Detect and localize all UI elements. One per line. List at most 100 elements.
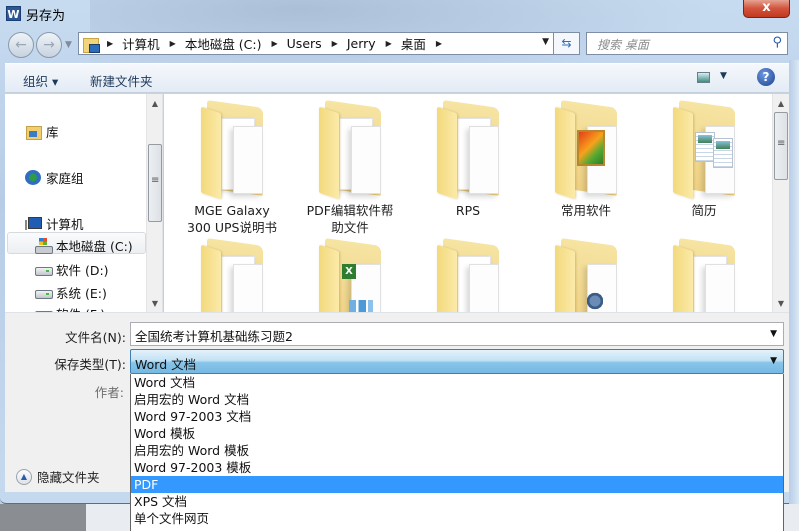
chevron-down-icon[interactable]: ▼	[770, 329, 777, 339]
close-button[interactable]: x	[743, 0, 790, 18]
scroll-up-icon[interactable]: ▲	[147, 96, 162, 112]
breadcrumb-arrow-icon[interactable]: ▶	[170, 39, 176, 48]
folder-label: 简历	[691, 203, 717, 218]
sidebar-item-drive-c[interactable]: 本地磁盘 (C:)	[35, 236, 133, 255]
navigation-scrollbar[interactable]: ▲ ▼	[146, 94, 162, 312]
location-folder-icon	[83, 36, 100, 53]
sidebar-item-homegroup[interactable]: 家庭组	[25, 168, 84, 187]
folder-item[interactable]: X	[295, 238, 405, 312]
new-folder-button[interactable]: 新建文件夹	[90, 71, 153, 90]
gear-icon	[587, 290, 603, 312]
folder-item[interactable]: RPS	[413, 100, 523, 219]
dropdown-option[interactable]: 启用宏的 Word 模板	[131, 442, 783, 459]
word-icon: W	[6, 6, 21, 21]
sidebar-item-computer[interactable]: 计算机	[25, 214, 84, 233]
folder-icon	[317, 100, 383, 200]
folder-item[interactable]: 常用软件	[531, 100, 641, 219]
folder-item[interactable]	[177, 238, 287, 312]
search-placeholder: 搜索 桌面	[597, 38, 649, 52]
back-arrow-icon: ←	[15, 37, 27, 53]
folder-item[interactable]	[531, 238, 641, 312]
folder-item[interactable]: MGE Galaxy 300 UPS说明书	[177, 100, 287, 236]
folder-label: MGE Galaxy 300 UPS说明书	[187, 203, 277, 235]
dropdown-option[interactable]: Word 97-2003 文档	[131, 408, 783, 425]
chart-thumbnail-icon	[349, 300, 373, 312]
breadcrumb-jerry[interactable]: Jerry	[347, 36, 376, 51]
view-icon[interactable]	[697, 72, 710, 83]
dropdown-option[interactable]: Word 文档	[131, 374, 783, 391]
file-list-scrollbar[interactable]: ▲ ▼	[772, 94, 789, 312]
dropdown-option[interactable]: Word 97-2003 模板	[131, 459, 783, 476]
dropdown-option[interactable]: 启用宏的 Word 文档	[131, 391, 783, 408]
sidebar-item-library[interactable]: 库	[25, 122, 59, 141]
breadcrumb-users[interactable]: Users	[287, 36, 322, 51]
breadcrumb-arrow-icon[interactable]: ▶	[272, 39, 278, 48]
search-input[interactable]: 搜索 桌面 ⚲	[586, 32, 788, 55]
scroll-up-icon[interactable]: ▲	[773, 96, 789, 112]
sidebar-item-drive-f[interactable]: 软件 (F:)	[35, 304, 105, 312]
breadcrumb-arrow-icon[interactable]: ▶	[386, 39, 392, 48]
folder-label: RPS	[455, 203, 481, 218]
save-type-select[interactable]: Word 文档 ▼	[130, 349, 784, 374]
scroll-down-icon[interactable]: ▼	[773, 296, 789, 312]
folder-item[interactable]: PDF编辑软件帮 助文件	[295, 100, 405, 236]
computer-icon	[25, 216, 42, 231]
navigation-pane: 库 家庭组 计算机 本地磁盘 (C:) 软件 (D:) 系统 (E:) 软件 (…	[5, 94, 163, 312]
breadcrumb-arrow-icon[interactable]: ▶	[107, 39, 113, 48]
filename-input[interactable]: 全国统考计算机基础练习题2 ▼	[130, 322, 784, 346]
search-icon[interactable]: ⚲	[772, 35, 782, 50]
filename-label: 文件名(N):	[65, 330, 126, 345]
filename-value: 全国统考计算机基础练习题2	[135, 329, 293, 344]
hide-folders-label: 隐藏文件夹	[37, 470, 100, 485]
forward-button[interactable]: →	[36, 32, 62, 58]
folder-icon	[553, 238, 619, 312]
sidebar-item-label: 软件 (D:)	[56, 263, 109, 278]
sidebar-item-label: 软件 (F:)	[56, 304, 105, 312]
breadcrumb-arrow-icon[interactable]: ▶	[332, 39, 338, 48]
dropdown-option[interactable]: XPS 文档	[131, 493, 783, 510]
folder-icon	[199, 100, 265, 200]
view-dropdown-icon[interactable]: ▼	[720, 71, 727, 81]
sidebar-item-label: 本地磁盘 (C:)	[56, 239, 133, 254]
address-bar[interactable]: ▶ 计算机 ▶ 本地磁盘 (C:) ▶ Users ▶ Jerry ▶ 桌面 ▶…	[78, 32, 554, 55]
dropdown-option[interactable]: Word 模板	[131, 425, 783, 442]
chevron-up-icon: ▲	[16, 468, 32, 485]
recent-locations-dropdown[interactable]: ▼	[65, 40, 72, 50]
breadcrumb-desktop[interactable]: 桌面	[401, 34, 426, 53]
save-type-dropdown-list: Word 文档 启用宏的 Word 文档 Word 97-2003 文档 Wor…	[130, 374, 784, 531]
sidebar-item-drive-e[interactable]: 系统 (E:)	[35, 283, 107, 302]
back-button[interactable]: ←	[8, 32, 34, 58]
background-strip	[0, 504, 86, 531]
folder-item[interactable]: 简历	[649, 100, 759, 219]
breadcrumb-drive-c[interactable]: 本地磁盘 (C:)	[185, 34, 262, 53]
chevron-down-icon[interactable]: ▼	[770, 356, 777, 366]
folder-item[interactable]	[649, 238, 759, 312]
folder-icon	[553, 100, 619, 200]
save-type-label: 保存类型(T):	[54, 357, 126, 372]
hide-folders-button[interactable]: ▲ 隐藏文件夹	[16, 467, 100, 486]
sidebar-item-drive-d[interactable]: 软件 (D:)	[35, 260, 109, 279]
folder-icon	[199, 238, 265, 312]
command-bar: 组织 ▾ 新建文件夹 ▼ ?	[5, 63, 789, 93]
dropdown-option-selected[interactable]: PDF	[131, 476, 783, 493]
scrollbar-thumb[interactable]	[774, 112, 788, 180]
refresh-button[interactable]: ⇆	[554, 32, 580, 55]
folder-item[interactable]	[413, 238, 523, 312]
author-label: 作者:	[94, 385, 124, 400]
sidebar-item-label: 系统 (E:)	[56, 286, 107, 301]
system-drive-icon	[35, 238, 53, 254]
breadcrumb-computer[interactable]: 计算机	[122, 34, 160, 53]
save-type-value: Word 文档	[135, 357, 197, 372]
dropdown-option[interactable]: 单个文件网页	[131, 510, 783, 527]
folder-icon	[435, 238, 501, 312]
help-button[interactable]: ?	[757, 68, 775, 86]
address-dropdown-icon[interactable]: ▼	[542, 37, 549, 47]
window-title: 另存为	[26, 9, 66, 24]
scroll-down-icon[interactable]: ▼	[147, 296, 162, 312]
breadcrumb-arrow-icon[interactable]: ▶	[436, 39, 442, 48]
scrollbar-thumb[interactable]	[148, 144, 162, 222]
folder-icon	[671, 238, 737, 312]
organize-button[interactable]: 组织 ▾	[23, 71, 58, 90]
refresh-icon: ⇆	[561, 36, 572, 50]
sidebar-item-label: 计算机	[46, 217, 84, 232]
